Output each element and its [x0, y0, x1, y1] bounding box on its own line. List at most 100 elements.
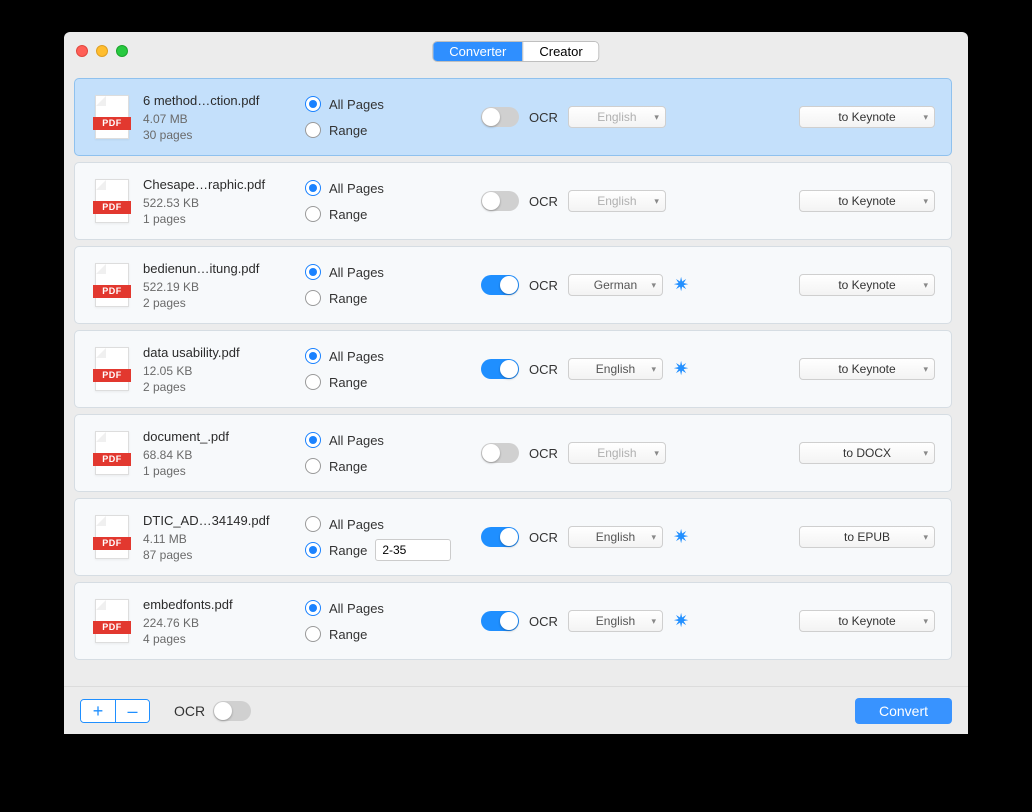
- range-radio[interactable]: [305, 206, 321, 222]
- output-format-select[interactable]: to DOCX▾: [799, 442, 935, 464]
- gear-icon[interactable]: ✷: [673, 526, 689, 549]
- pdf-badge: PDF: [93, 621, 131, 634]
- file-pages: 1 pages: [143, 464, 291, 478]
- file-info: bedienun…itung.pdf522.19 KB2 pages: [143, 261, 291, 310]
- range-label: Range: [329, 627, 367, 642]
- global-ocr-label: OCR: [174, 703, 205, 719]
- all-pages-radio[interactable]: [305, 600, 321, 616]
- ocr-language-select[interactable]: English ▾: [568, 106, 666, 128]
- range-label: Range: [329, 459, 367, 474]
- ocr-language-value: English: [596, 530, 635, 544]
- pdf-badge: PDF: [93, 285, 131, 298]
- convert-button[interactable]: Convert: [855, 698, 952, 724]
- ocr-switch[interactable]: [481, 191, 519, 211]
- range-radio[interactable]: [305, 290, 321, 306]
- ocr-language-value: German: [594, 278, 637, 292]
- zoom-window-button[interactable]: [116, 45, 128, 57]
- file-info: 6 method…ction.pdf4.07 MB30 pages: [143, 93, 291, 142]
- ocr-language-select[interactable]: German▾: [568, 274, 663, 296]
- page-range-group: All PagesRange: [305, 175, 467, 227]
- pdf-badge: PDF: [93, 369, 131, 382]
- pdf-file-icon: PDF: [95, 431, 129, 475]
- all-pages-label: All Pages: [329, 97, 384, 112]
- file-size: 224.76 KB: [143, 616, 291, 630]
- file-row[interactable]: PDFChesape…raphic.pdf522.53 KB1 pagesAll…: [74, 162, 952, 240]
- page-range-group: All PagesRange: [305, 91, 467, 143]
- range-radio[interactable]: [305, 374, 321, 390]
- ocr-switch[interactable]: [481, 275, 519, 295]
- chevron-down-icon: ▾: [923, 364, 928, 375]
- gear-icon[interactable]: ✷: [673, 274, 689, 297]
- ocr-language-value: English: [596, 614, 635, 628]
- all-pages-radio[interactable]: [305, 96, 321, 112]
- file-name: 6 method…ction.pdf: [143, 93, 291, 108]
- range-radio[interactable]: [305, 626, 321, 642]
- ocr-language-select[interactable]: English▾: [568, 610, 663, 632]
- tab-converter[interactable]: Converter: [433, 42, 522, 61]
- file-pages: 1 pages: [143, 212, 291, 226]
- chevron-down-icon: ▾: [654, 112, 659, 123]
- all-pages-radio[interactable]: [305, 432, 321, 448]
- output-format-select[interactable]: to Keynote ▾: [799, 358, 935, 380]
- output-format-select[interactable]: to Keynote▾: [799, 274, 935, 296]
- file-row[interactable]: PDFDTIC_AD…34149.pdf4.11 MB87 pagesAll P…: [74, 498, 952, 576]
- pdf-file-icon: PDF: [95, 347, 129, 391]
- file-row[interactable]: PDFdocument_.pdf68.84 KB1 pagesAll Pages…: [74, 414, 952, 492]
- ocr-language-value: English: [597, 110, 636, 124]
- ocr-switch[interactable]: [481, 611, 519, 631]
- ocr-group: OCREnglish▾✷: [481, 358, 689, 381]
- output-format-value: to Keynote: [838, 362, 895, 376]
- mode-segmented-control: Converter Creator: [432, 41, 599, 62]
- ocr-switch[interactable]: [481, 443, 519, 463]
- close-window-button[interactable]: [76, 45, 88, 57]
- file-info: document_.pdf68.84 KB1 pages: [143, 429, 291, 478]
- ocr-switch[interactable]: [481, 527, 519, 547]
- chevron-down-icon: ▾: [652, 364, 657, 375]
- file-row[interactable]: PDFbedienun…itung.pdf522.19 KB2 pagesAll…: [74, 246, 952, 324]
- chevron-down-icon: ▾: [923, 532, 928, 543]
- gear-icon[interactable]: ✷: [673, 610, 689, 633]
- all-pages-label: All Pages: [329, 601, 384, 616]
- output-format-select[interactable]: to EPUB▾: [799, 526, 935, 548]
- file-row[interactable]: PDFdata usability.pdf12.05 KB2 pagesAll …: [74, 330, 952, 408]
- file-info: embedfonts.pdf224.76 KB4 pages: [143, 597, 291, 646]
- file-row[interactable]: PDF embedfonts.pdf224.76 KB4 pages All Pag…: [74, 582, 952, 660]
- output-format-select[interactable]: to Keynote▾: [799, 190, 935, 212]
- ocr-switch[interactable]: [481, 359, 519, 379]
- file-row[interactable]: PDF 6 method…ction.pdf4.07 MB30 pages All …: [74, 78, 952, 156]
- pdf-badge: PDF: [93, 201, 131, 214]
- file-info: data usability.pdf12.05 KB2 pages: [143, 345, 291, 394]
- range-input[interactable]: [375, 539, 451, 561]
- remove-file-button[interactable]: –: [115, 700, 149, 722]
- output-format-group: to Keynote ▾: [799, 358, 935, 380]
- output-format-select[interactable]: to Keynote▾: [799, 610, 935, 632]
- gear-icon[interactable]: ✷: [673, 358, 689, 381]
- tab-creator[interactable]: Creator: [522, 42, 598, 61]
- minimize-window-button[interactable]: [96, 45, 108, 57]
- pdf-badge: PDF: [93, 537, 131, 550]
- all-pages-radio[interactable]: [305, 264, 321, 280]
- ocr-language-select[interactable]: English▾: [568, 526, 663, 548]
- pdf-file-icon: PDF: [95, 95, 129, 139]
- all-pages-label: All Pages: [329, 517, 384, 532]
- ocr-switch[interactable]: [481, 107, 519, 127]
- range-radio[interactable]: [305, 458, 321, 474]
- chevron-down-icon: ▾: [923, 448, 928, 459]
- all-pages-radio[interactable]: [305, 348, 321, 364]
- ocr-language-select[interactable]: English▾: [568, 358, 663, 380]
- all-pages-radio[interactable]: [305, 180, 321, 196]
- ocr-group: OCREnglish▾✷: [481, 526, 689, 549]
- ocr-language-select[interactable]: English▾: [568, 442, 666, 464]
- range-label: Range: [329, 543, 367, 558]
- range-radio[interactable]: [305, 542, 321, 558]
- output-format-select[interactable]: to Keynote▾: [799, 106, 935, 128]
- all-pages-radio[interactable]: [305, 516, 321, 532]
- chevron-down-icon: ▾: [654, 196, 659, 207]
- ocr-language-select[interactable]: English▾: [568, 190, 666, 212]
- add-file-button[interactable]: +: [81, 700, 115, 722]
- pdf-file-icon: PDF: [95, 599, 129, 643]
- ocr-label: OCR: [529, 194, 558, 209]
- global-ocr-switch[interactable]: [213, 701, 251, 721]
- ocr-label: OCR: [529, 278, 558, 293]
- range-radio[interactable]: [305, 122, 321, 138]
